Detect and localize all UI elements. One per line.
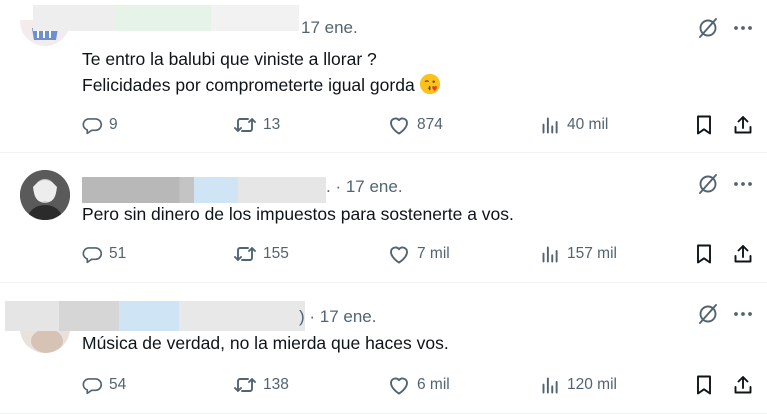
grok-icon[interactable] xyxy=(696,172,720,196)
tweet-date[interactable]: 17 ene. xyxy=(301,18,358,38)
like-count: 6 mil xyxy=(417,376,450,393)
reply-icon xyxy=(82,377,103,394)
bookmark-icon[interactable] xyxy=(692,373,716,397)
views-icon xyxy=(542,377,558,393)
redacted-username xyxy=(82,177,326,203)
views-button[interactable]: 157 mil xyxy=(540,241,617,267)
like-count: 7 mil xyxy=(417,245,450,262)
grok-icon[interactable] xyxy=(696,16,720,40)
tweet[interactable]: 17 ene. Te entro la balubi que viniste a… xyxy=(0,0,767,153)
views-count: 157 mil xyxy=(567,245,617,262)
tweet-text: Música de verdad, no la mierda que haces… xyxy=(82,330,449,356)
tweet-date[interactable]: . · 17 ene. xyxy=(326,177,403,197)
retweet-count: 155 xyxy=(263,245,289,262)
retweet-icon xyxy=(234,118,256,132)
reply-count: 9 xyxy=(109,116,118,133)
redacted-username xyxy=(5,301,305,331)
more-icon[interactable] xyxy=(731,172,755,196)
tweet[interactable]: . · 17 ene. Pero sin dinero de los impue… xyxy=(0,153,767,283)
share-icon[interactable] xyxy=(731,113,755,137)
bookmark-icon[interactable] xyxy=(692,113,716,137)
views-count: 120 mil xyxy=(567,376,617,393)
redacted-username xyxy=(33,5,299,31)
bookmark-icon[interactable] xyxy=(692,242,716,266)
avatar[interactable] xyxy=(20,170,70,220)
retweet-button[interactable]: 138 xyxy=(233,372,289,398)
share-icon[interactable] xyxy=(731,373,755,397)
grok-icon[interactable] xyxy=(696,302,720,326)
tweet-text: Te entro la balubi que viniste a llorar … xyxy=(82,46,441,98)
heart-icon xyxy=(390,246,408,264)
retweet-button[interactable]: 155 xyxy=(233,241,289,267)
like-button[interactable]: 874 xyxy=(387,112,443,138)
reply-count: 51 xyxy=(109,245,127,262)
tweet-date[interactable]: ) · 17 ene. xyxy=(299,307,377,327)
face-blowing-kiss-emoji xyxy=(419,73,440,95)
tweet-text-line: Felicidades por comprometerte igual gord… xyxy=(82,75,415,95)
tweet-text-line: Pero sin dinero de los impuestos para so… xyxy=(82,204,514,224)
views-button[interactable]: 120 mil xyxy=(540,372,617,398)
tweet-text-line: Te entro la balubi que viniste a llorar … xyxy=(82,49,377,69)
heart-icon xyxy=(390,117,408,135)
retweet-count: 13 xyxy=(263,116,281,133)
reply-button[interactable]: 51 xyxy=(82,241,126,267)
more-icon[interactable] xyxy=(731,302,755,326)
share-icon[interactable] xyxy=(731,242,755,266)
tweet[interactable]: ) · 17 ene. Música de verdad, no la mier… xyxy=(0,283,767,414)
views-icon xyxy=(542,117,558,133)
reply-icon xyxy=(82,246,103,263)
tweet-text-line: Música de verdad, no la mierda que haces… xyxy=(82,333,449,353)
tweet-text: Pero sin dinero de los impuestos para so… xyxy=(82,201,514,227)
reply-button[interactable]: 9 xyxy=(82,112,118,138)
more-icon[interactable] xyxy=(731,16,755,40)
retweet-icon xyxy=(234,247,256,261)
retweet-icon xyxy=(234,378,256,392)
reply-icon xyxy=(82,117,103,134)
views-count: 40 mil xyxy=(567,116,609,133)
retweet-button[interactable]: 13 xyxy=(233,112,280,138)
like-button[interactable]: 7 mil xyxy=(387,241,450,267)
heart-icon xyxy=(390,377,408,395)
reply-count: 54 xyxy=(109,376,127,393)
like-count: 874 xyxy=(417,116,443,133)
views-icon xyxy=(542,246,558,262)
like-button[interactable]: 6 mil xyxy=(387,372,450,398)
reply-button[interactable]: 54 xyxy=(82,372,126,398)
retweet-count: 138 xyxy=(263,376,289,393)
views-button[interactable]: 40 mil xyxy=(540,112,608,138)
